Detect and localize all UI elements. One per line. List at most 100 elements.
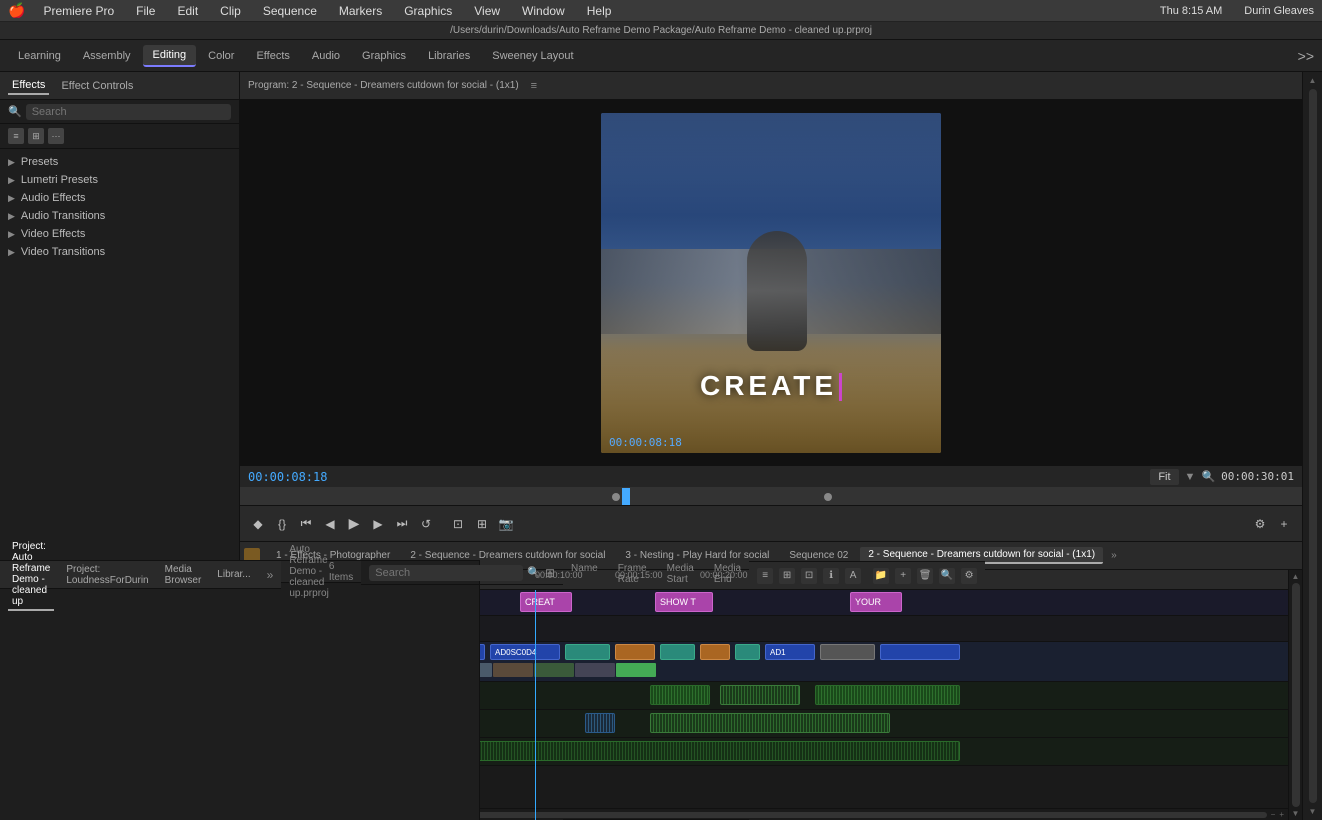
v1-clip-9[interactable]: AD1	[765, 644, 815, 660]
category-video-effects[interactable]: ▶ Video Effects	[0, 225, 239, 243]
vscroll-down[interactable]: ▼	[1292, 809, 1300, 818]
menu-premiere-pro[interactable]: Premiere Pro	[39, 2, 118, 20]
add-to-render-btn[interactable]: +	[1274, 514, 1294, 534]
category-lumetri-presets[interactable]: ▶ Lumetri Presets	[0, 171, 239, 189]
menu-edit[interactable]: Edit	[173, 2, 202, 20]
menu-clip[interactable]: Clip	[216, 2, 245, 20]
v1-clip-11[interactable]	[880, 644, 960, 660]
tab-audio[interactable]: Audio	[302, 46, 350, 66]
effects-options-icon[interactable]: ⋯	[48, 128, 64, 144]
output-btn[interactable]: ⊞	[472, 514, 492, 534]
project-search-input[interactable]	[369, 565, 523, 581]
proj-tab-3[interactable]: Media Browser	[161, 562, 206, 588]
menu-markers[interactable]: Markers	[335, 2, 386, 20]
menu-view[interactable]: View	[470, 2, 504, 20]
category-presets[interactable]: ▶ Presets	[0, 153, 239, 171]
in-out-btn[interactable]: {}	[272, 514, 292, 534]
clip-your[interactable]: YOUR	[850, 592, 902, 612]
tl-tab-more[interactable]: »	[1111, 550, 1117, 561]
proj-icon-search[interactable]: 🔍	[939, 568, 955, 584]
fit-label[interactable]: Fit	[1150, 469, 1178, 485]
effects-tab[interactable]: Effects	[8, 77, 49, 95]
workspace-more[interactable]: >>	[1298, 48, 1314, 64]
effects-list-view-icon[interactable]: ≡	[8, 128, 24, 144]
a1-clip-4[interactable]	[815, 685, 960, 705]
tab-libraries[interactable]: Libraries	[418, 46, 480, 66]
v1-thumbnails	[370, 663, 1302, 679]
menu-graphics[interactable]: Graphics	[400, 2, 456, 20]
bottom-row: Project: Auto Reframe Demo - cleaned up …	[0, 560, 480, 820]
scrub-bar[interactable]	[240, 487, 1302, 505]
tab-sweeney[interactable]: Sweeney Layout	[482, 46, 583, 66]
proj-tab-more[interactable]: »	[267, 568, 274, 582]
project-count: 6 Items	[329, 561, 353, 583]
project-new-item-icon[interactable]: ⊞	[545, 566, 555, 580]
proj-tab-4[interactable]: Librar...	[213, 567, 254, 582]
clock: Thu 8:15 AM	[1160, 5, 1222, 17]
v1-clip-10[interactable]	[820, 644, 875, 660]
menu-help[interactable]: Help	[583, 2, 616, 20]
safe-margin-btn[interactable]: ⊡	[448, 514, 468, 534]
v1-clip-3[interactable]: AD0SC0D4	[490, 644, 560, 660]
proj-icon-auto[interactable]: A	[845, 568, 861, 584]
menu-file[interactable]: File	[132, 2, 159, 20]
step-back-btn[interactable]: ⏮	[296, 514, 316, 534]
category-video-transitions[interactable]: ▶ Video Transitions	[0, 243, 239, 261]
proj-tab-2[interactable]: Project: LoudnessForDurin	[62, 562, 152, 588]
settings-btn[interactable]: ⚙	[1250, 514, 1270, 534]
effect-controls-tab[interactable]: Effect Controls	[57, 78, 137, 94]
proj-tab-1[interactable]: Project: Auto Reframe Demo - cleaned up	[8, 539, 54, 611]
fit-chevron[interactable]: ▼	[1185, 471, 1196, 483]
project-header: Project: Auto Reframe Demo - cleaned up …	[0, 561, 281, 589]
play-btn[interactable]: ▶	[344, 514, 364, 534]
lumetri-arrow: ▶	[8, 175, 15, 186]
proj-icon-grid[interactable]: ⊞	[779, 568, 795, 584]
tab-assembly[interactable]: Assembly	[73, 46, 141, 66]
playhead-scrub[interactable]	[622, 488, 630, 505]
monitor-header: Program: 2 - Sequence - Dreamers cutdown…	[240, 72, 1302, 100]
step-frame-back-btn[interactable]: ◀	[320, 514, 340, 534]
right-scroll-up[interactable]: ▲	[1309, 76, 1317, 85]
zoom-in-icon[interactable]: +	[1279, 810, 1284, 819]
hscroll-thumb[interactable]	[374, 812, 1267, 818]
a2-lane	[370, 710, 1302, 738]
presets-label: Presets	[21, 156, 58, 168]
tab-effects[interactable]: Effects	[246, 46, 299, 66]
v2-lane	[370, 616, 1302, 642]
vscroll-thumb[interactable]	[1292, 583, 1300, 807]
proj-icon-freeform[interactable]: ⊡	[801, 568, 817, 584]
proj-icon-list[interactable]: ≡	[757, 568, 773, 584]
loop-btn[interactable]: ↺	[416, 514, 436, 534]
menu-window[interactable]: Window	[518, 2, 569, 20]
proj-icon-settings[interactable]: ⚙	[961, 568, 977, 584]
effects-grid-view-icon[interactable]: ⊞	[28, 128, 44, 144]
search-icon: 🔍	[8, 105, 22, 118]
timeline-hscroll-bottom: − +	[370, 808, 1288, 820]
zoom-out-icon[interactable]: −	[1271, 810, 1276, 819]
export-frame-btn[interactable]: 📷	[496, 514, 516, 534]
proj-icon-new-bin[interactable]: 📁	[873, 568, 889, 584]
proj-icon-meta[interactable]: ℹ	[823, 568, 839, 584]
category-audio-effects[interactable]: ▶ Audio Effects	[0, 189, 239, 207]
playhead[interactable]	[535, 590, 536, 820]
right-scroll-thumb[interactable]	[1309, 89, 1317, 803]
proj-icon-new-item[interactable]: +	[895, 568, 911, 584]
user-name: Durin Gleaves	[1244, 5, 1314, 17]
tab-learning[interactable]: Learning	[8, 46, 71, 66]
monitor-menu-icon[interactable]: ≡	[531, 80, 537, 92]
step-frame-fwd-btn[interactable]: ▶	[368, 514, 388, 534]
add-marker-btn[interactable]: ◆	[248, 514, 268, 534]
monitor-overlay-timecode: 00:00:08:18	[609, 436, 682, 449]
menu-sequence[interactable]: Sequence	[259, 2, 321, 20]
current-timecode[interactable]: 00:00:08:18	[248, 470, 327, 484]
step-fwd-btn[interactable]: ⏭	[392, 514, 412, 534]
category-audio-transitions[interactable]: ▶ Audio Transitions	[0, 207, 239, 225]
right-scroll-down[interactable]: ▼	[1309, 807, 1317, 816]
timeline-vscroll[interactable]: ▲ ▼	[1288, 570, 1302, 820]
tab-graphics[interactable]: Graphics	[352, 46, 416, 66]
vscroll-up[interactable]: ▲	[1292, 572, 1300, 581]
proj-icon-trash[interactable]: 🗑	[917, 568, 933, 584]
tab-color[interactable]: Color	[198, 46, 244, 66]
effects-search-input[interactable]	[26, 104, 231, 120]
tab-editing[interactable]: Editing	[143, 45, 197, 67]
